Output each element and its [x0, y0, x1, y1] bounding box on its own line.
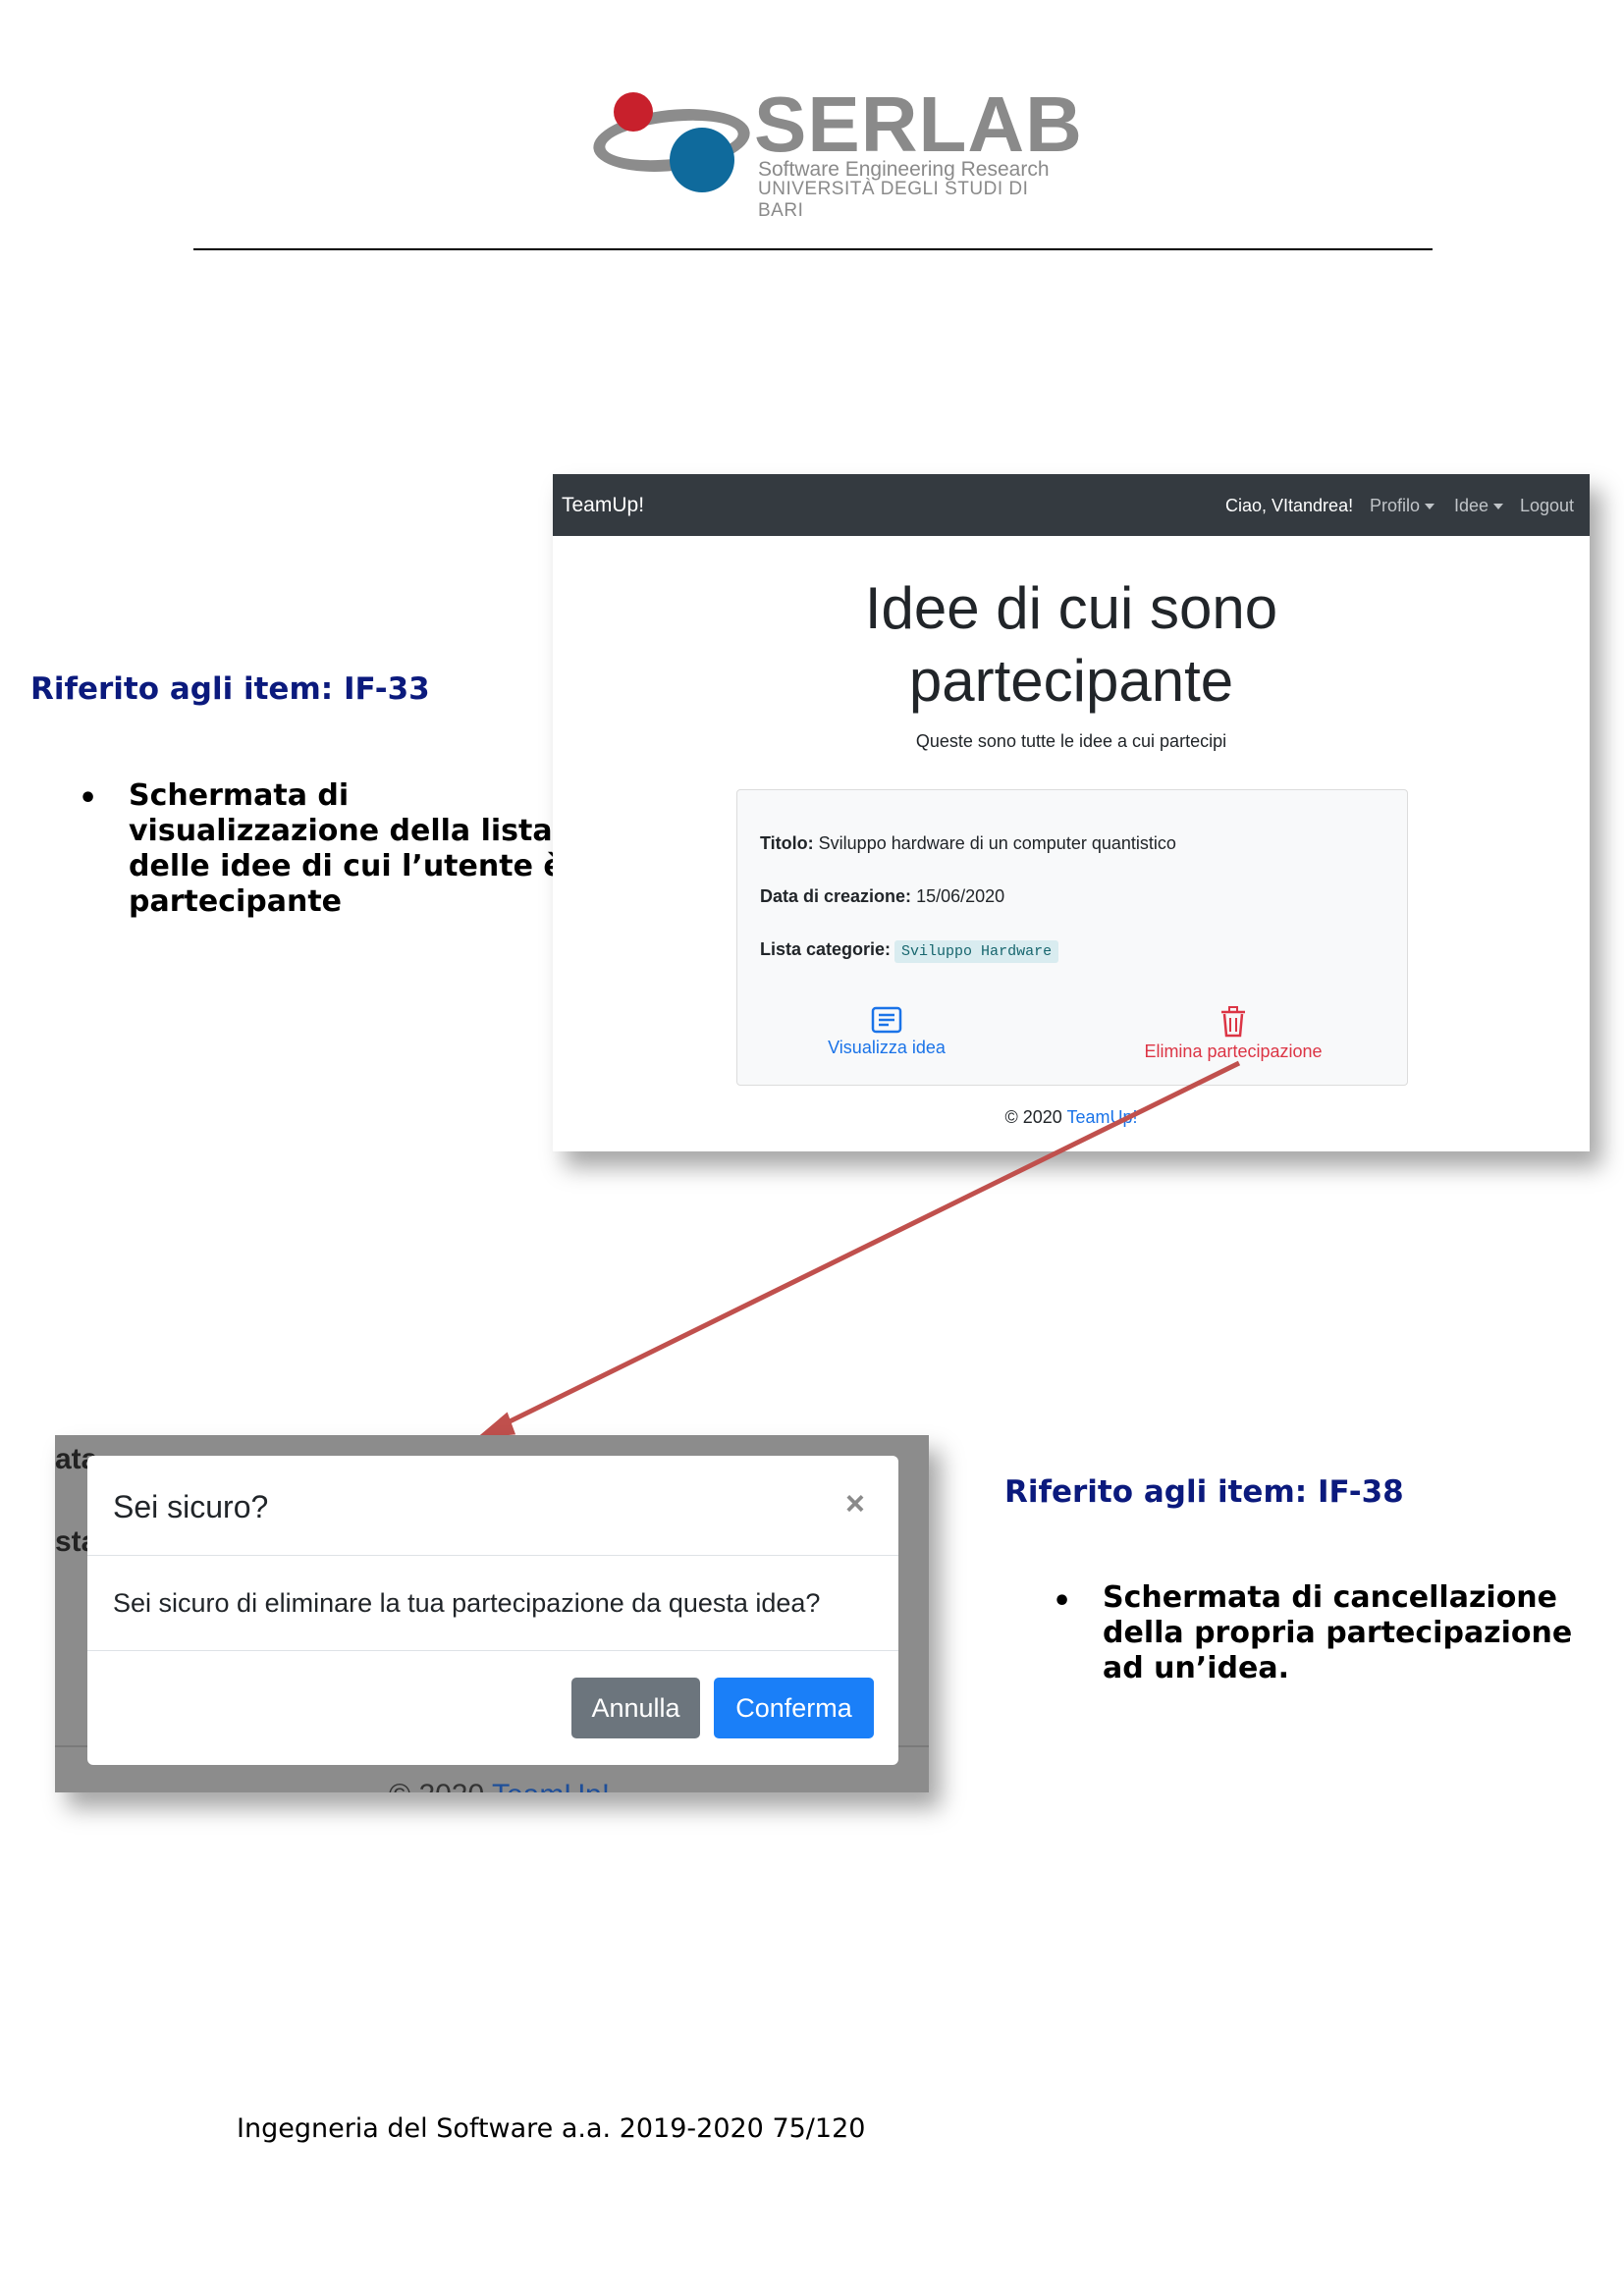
confirm-button[interactable]: Conferma	[714, 1678, 874, 1738]
category-badge: Sviluppo Hardware	[894, 940, 1059, 963]
bullet-line: delle idee di cui l’utente è	[129, 849, 564, 883]
screenshot-idea-list: TeamUp! Ciao, VItandrea! Profilo Idee Lo…	[553, 474, 1590, 1151]
nav-logout-link[interactable]: Logout	[1520, 496, 1574, 516]
section2-bullet: Schermata di cancellazione della propria…	[1103, 1580, 1572, 1686]
field-value: Sviluppo hardware di un computer quantis…	[818, 833, 1176, 853]
delete-participation-label: Elimina partecipazione	[1144, 1041, 1323, 1061]
field-label: Lista categorie:	[760, 939, 892, 959]
view-idea-button[interactable]: Visualizza idea	[798, 1006, 975, 1058]
nav-idee-dropdown[interactable]: Idee	[1454, 496, 1504, 516]
bullet-line: visualizzazione della lista	[129, 814, 553, 848]
page-footer: Ingegneria del Software a.a. 2019-2020 7…	[237, 2113, 866, 2144]
delete-participation-button[interactable]: Elimina partecipazione	[1120, 1006, 1346, 1062]
bullet-line: della propria partecipazione	[1103, 1616, 1573, 1650]
document-icon	[871, 1006, 902, 1034]
modal-footer-divider	[87, 1650, 898, 1651]
field-label: Titolo:	[760, 833, 814, 853]
page-title: Idee di cui sono partecipante	[553, 572, 1590, 718]
close-icon[interactable]: ×	[845, 1485, 865, 1523]
bullet-line: Schermata di cancellazione	[1103, 1580, 1558, 1615]
trash-icon	[1221, 1006, 1245, 1038]
field-label: Data di creazione:	[760, 886, 912, 906]
copyright-prefix: © 2020	[1004, 1107, 1062, 1127]
page-title-line: partecipante	[908, 648, 1234, 714]
navbar-greeting: Ciao, VItandrea!	[1225, 496, 1354, 515]
navbar-brand[interactable]: TeamUp!	[562, 494, 644, 517]
cancel-button[interactable]: Annulla	[571, 1678, 700, 1738]
idea-card: Titolo: Sviluppo hardware di un computer…	[736, 789, 1408, 1086]
background-copyright: © 2020 TeamUp!	[389, 1779, 610, 1792]
confirm-modal: Sei sicuro? × Sei sicuro di eliminare la…	[87, 1456, 898, 1765]
bullet-line: ad un’idea.	[1103, 1651, 1290, 1685]
modal-header-divider	[87, 1555, 898, 1556]
nav-profilo-dropdown[interactable]: Profilo	[1370, 496, 1435, 516]
caret-down-icon	[1493, 504, 1504, 510]
nav-idee-label: Idee	[1454, 496, 1489, 515]
logo-title: SERLAB	[754, 80, 1083, 168]
nav-profilo-label: Profilo	[1370, 496, 1421, 515]
bullet-dot: •	[79, 781, 98, 816]
logo-university: UNIVERSITÀ DEGLI STUDI DI BARI	[758, 179, 1029, 221]
idea-title-field: Titolo: Sviluppo hardware di un computer…	[760, 833, 1176, 854]
navbar: TeamUp! Ciao, VItandrea! Profilo Idee Lo…	[553, 474, 1590, 536]
bullet-line: partecipante	[129, 884, 343, 919]
copyright: © 2020 TeamUp!	[553, 1107, 1590, 1128]
footer-link[interactable]: TeamUp!	[1066, 1107, 1137, 1127]
page-title-line: Idee di cui sono	[864, 575, 1278, 641]
modal-body: Sei sicuro di eliminare la tua partecipa…	[113, 1588, 821, 1618]
idea-categories-field: Lista categorie: Sviluppo Hardware	[760, 939, 1059, 963]
background-footer-link: TeamUp!	[492, 1779, 610, 1792]
logo-red-circle	[614, 92, 653, 132]
field-value: 15/06/2020	[916, 886, 1005, 906]
section2-ref-heading: Riferito agli item: IF-38	[1004, 1474, 1404, 1510]
modal-title: Sei sicuro?	[113, 1489, 269, 1524]
bullet-line: Schermata di	[129, 778, 350, 813]
screenshot-confirm-modal: ata sta © 2020 TeamUp! Sei sicuro? × Sei…	[55, 1435, 929, 1792]
bullet-dot: •	[1053, 1584, 1072, 1619]
serlab-logo: SERLAB Software Engineering Research UNI…	[589, 82, 1082, 221]
idea-date-field: Data di creazione: 15/06/2020	[760, 886, 1004, 907]
background-copyright-prefix: © 2020	[389, 1779, 484, 1792]
logo-blue-circle	[670, 128, 734, 192]
caret-down-icon	[1425, 504, 1435, 510]
view-idea-label: Visualizza idea	[828, 1038, 946, 1057]
header-divider	[193, 248, 1433, 250]
section1-bullet: Schermata di visualizzazione della lista…	[129, 778, 564, 920]
page-subtitle: Queste sono tutte le idee a cui partecip…	[915, 731, 1227, 751]
section1-ref-heading: Riferito agli item: IF-33	[30, 671, 430, 707]
